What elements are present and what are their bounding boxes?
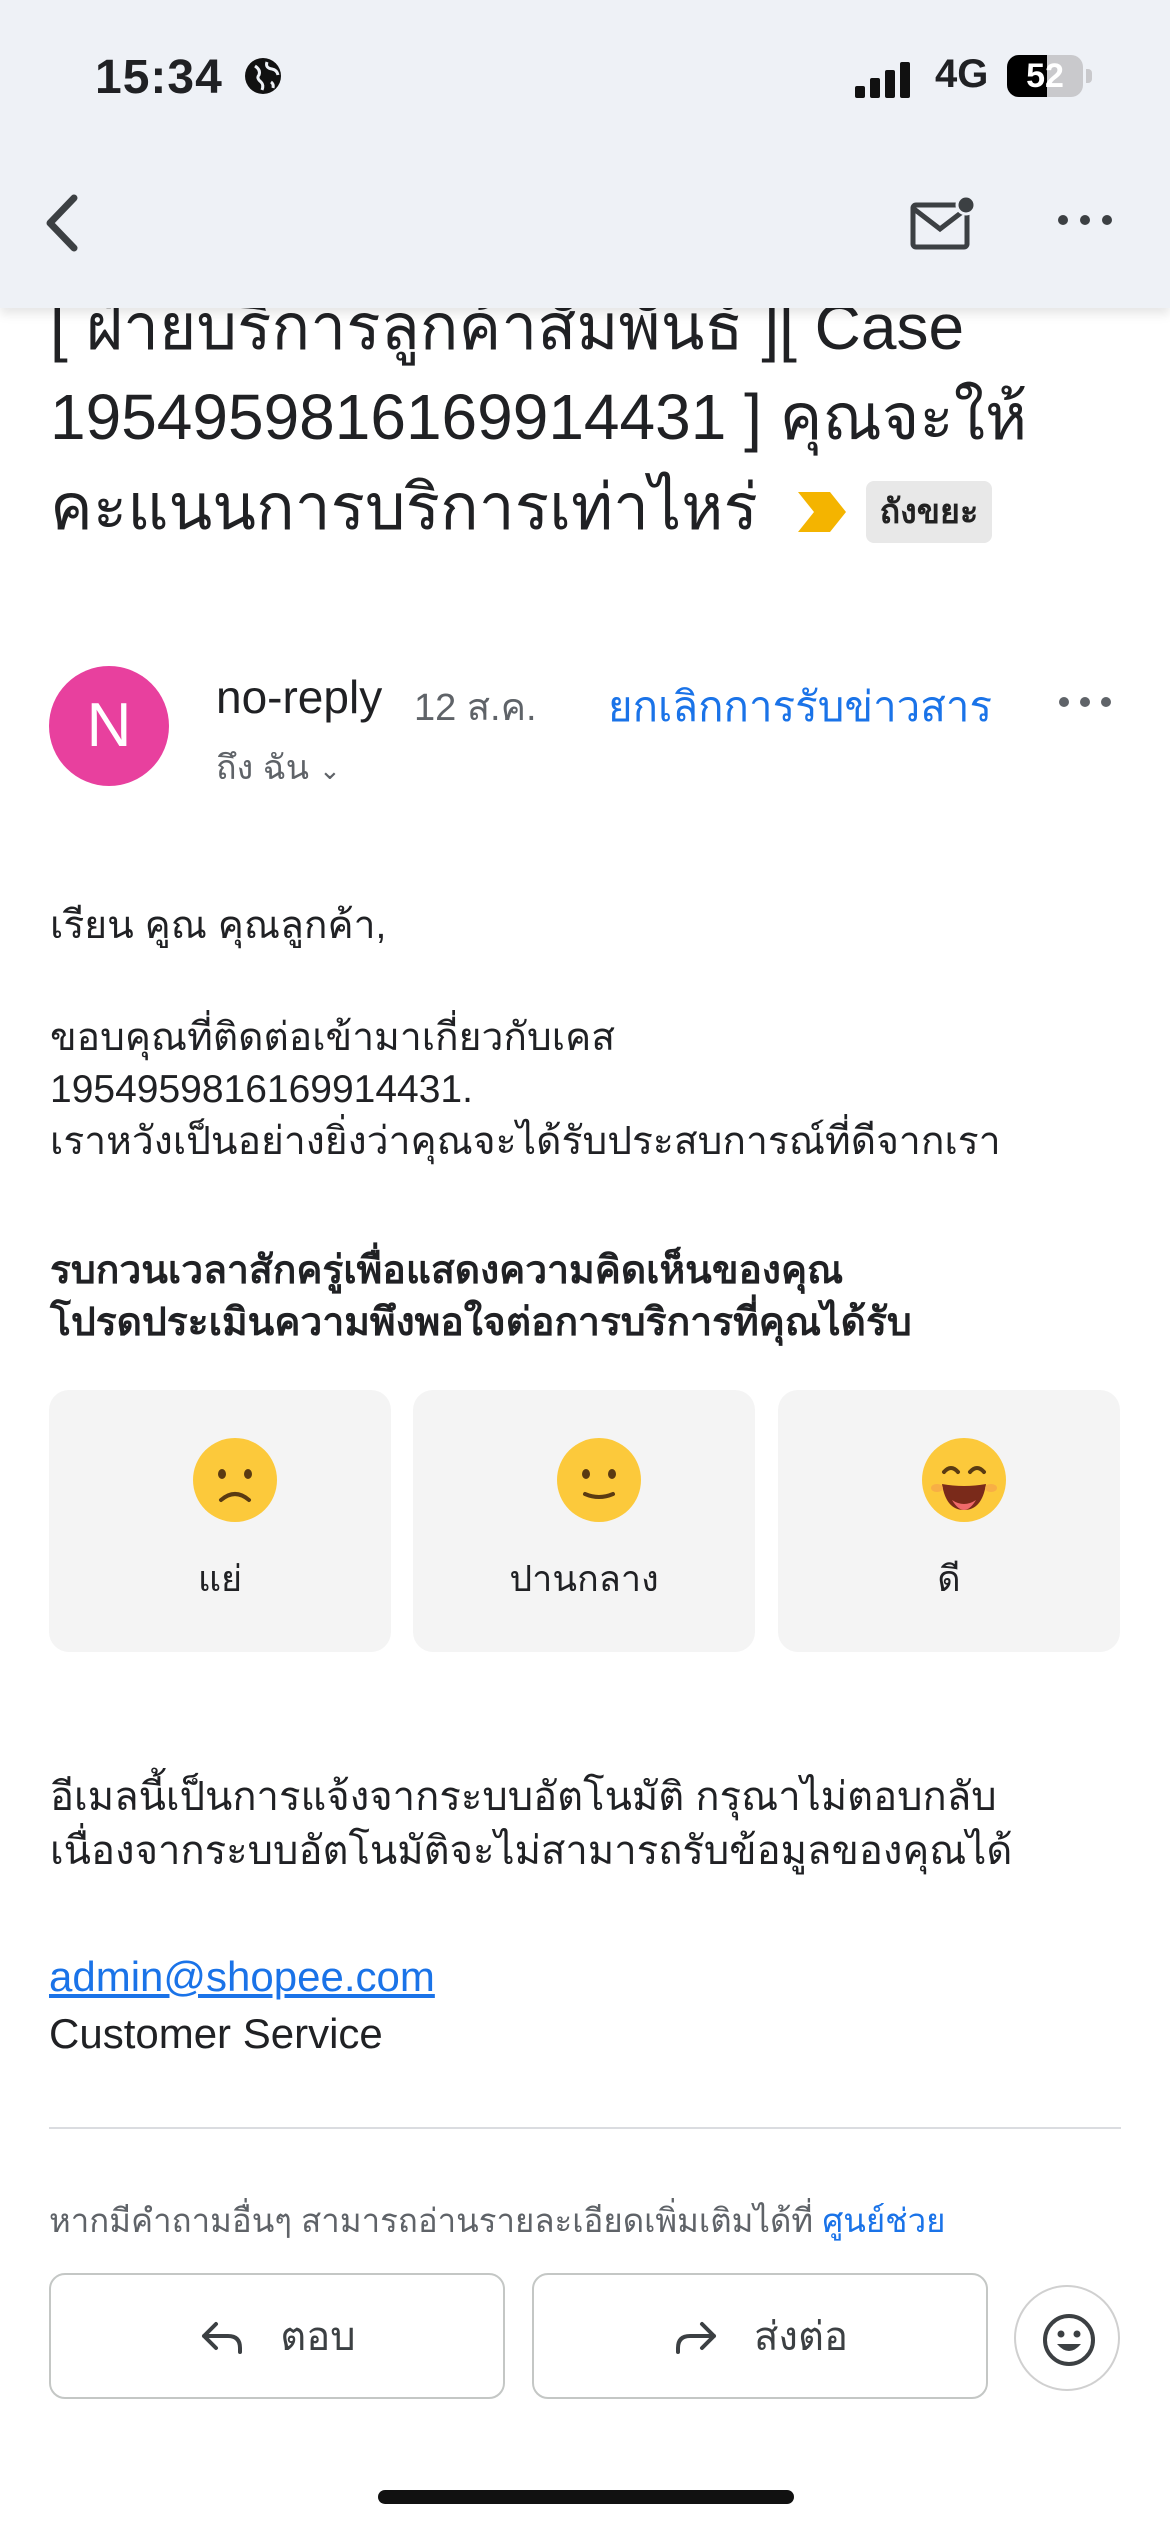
mark-unread-icon[interactable] bbox=[908, 195, 978, 255]
sad-face-icon bbox=[193, 1438, 277, 1522]
sender-avatar[interactable]: N bbox=[49, 666, 169, 786]
sender-name[interactable]: no-reply bbox=[216, 670, 382, 724]
more-options-icon[interactable] bbox=[1055, 205, 1115, 235]
globe-icon bbox=[245, 58, 281, 94]
add-reaction-icon bbox=[1043, 2314, 1095, 2366]
footer-note-text: หากมีคำถามอื่นๆ สามารถอ่านรายละเอียดเพิ่… bbox=[49, 2202, 814, 2239]
recipient-toggle[interactable]: ถึง ฉัน ⌄ bbox=[216, 740, 341, 794]
network-type: 4G bbox=[935, 52, 989, 96]
reply-label: ตอบ bbox=[280, 2315, 356, 2359]
importance-marker-icon bbox=[797, 492, 846, 533]
forward-arrow-icon bbox=[676, 2322, 717, 2354]
email-link[interactable]: admin@shopee.com bbox=[49, 1953, 435, 2001]
back-chevron-icon[interactable] bbox=[38, 188, 98, 258]
rating-label: ปานกลาง bbox=[509, 1558, 659, 1599]
home-indicator bbox=[378, 2490, 794, 2504]
unsubscribe-link[interactable]: ยกเลิกการรับข่าวสาร bbox=[608, 674, 992, 740]
email-date: 12 ส.ค. bbox=[414, 687, 537, 729]
footer-note: หากมีคำถามอื่นๆ สามารถอ่านรายละเอียดเพิ่… bbox=[49, 2194, 945, 2247]
label-chip-trash[interactable]: ถังขยะ bbox=[865, 481, 993, 544]
rating-label: ดี bbox=[937, 1558, 961, 1599]
forward-label: ส่งต่อ bbox=[754, 2315, 848, 2359]
greeting: เรียน คูณ คุณลูกค้า, bbox=[50, 904, 387, 947]
reply-button[interactable]: ตอบ bbox=[49, 2273, 505, 2399]
forward-button[interactable]: ส่งต่อ bbox=[532, 2273, 988, 2399]
rating-label: แย่ bbox=[197, 1558, 243, 1599]
rating-neutral-button[interactable]: ปานกลาง bbox=[413, 1390, 755, 1652]
rating-good-button[interactable]: ดี bbox=[778, 1390, 1120, 1652]
signature: Customer Service bbox=[49, 2010, 383, 2057]
status-time: 15:34 bbox=[95, 51, 223, 104]
divider bbox=[49, 2127, 1121, 2129]
happy-face-icon bbox=[922, 1438, 1006, 1522]
neutral-face-icon bbox=[557, 1438, 641, 1522]
top-app-bar: 15:34 4G 52 bbox=[0, 0, 1170, 308]
rating-bad-button[interactable]: แย่ bbox=[49, 1390, 391, 1652]
help-center-link[interactable]: ศูนย์ช่วย bbox=[822, 2202, 945, 2239]
auto-notice: อีเมลนี้เป็นการแจ้งจากระบบอัตโนมัติ กรุณ… bbox=[50, 1775, 1013, 1873]
body-paragraph: ขอบคุณที่ติดต่อเข้ามาเกี่ยวกับเคส 195495… bbox=[50, 1016, 1001, 1163]
battery-icon: 52 bbox=[1007, 55, 1093, 97]
chevron-down-icon: ⌄ bbox=[319, 755, 341, 785]
add-reaction-button[interactable] bbox=[1014, 2285, 1120, 2391]
cellular-signal-icon bbox=[855, 62, 910, 98]
email-subject: [ ฝ่ายบริการลูกค้าสัมพันธ์ ][ Case 19549… bbox=[50, 282, 1090, 552]
more-options-icon[interactable] bbox=[1057, 690, 1113, 714]
battery-level: 52 bbox=[1026, 57, 1064, 95]
rating-prompt: รบกวนเวลาสักครู่เพื่อแสดงความคิดเห็นของค… bbox=[50, 1249, 912, 1344]
recipient-text: ถึง ฉัน bbox=[216, 749, 310, 787]
reply-arrow-icon bbox=[202, 2322, 243, 2354]
